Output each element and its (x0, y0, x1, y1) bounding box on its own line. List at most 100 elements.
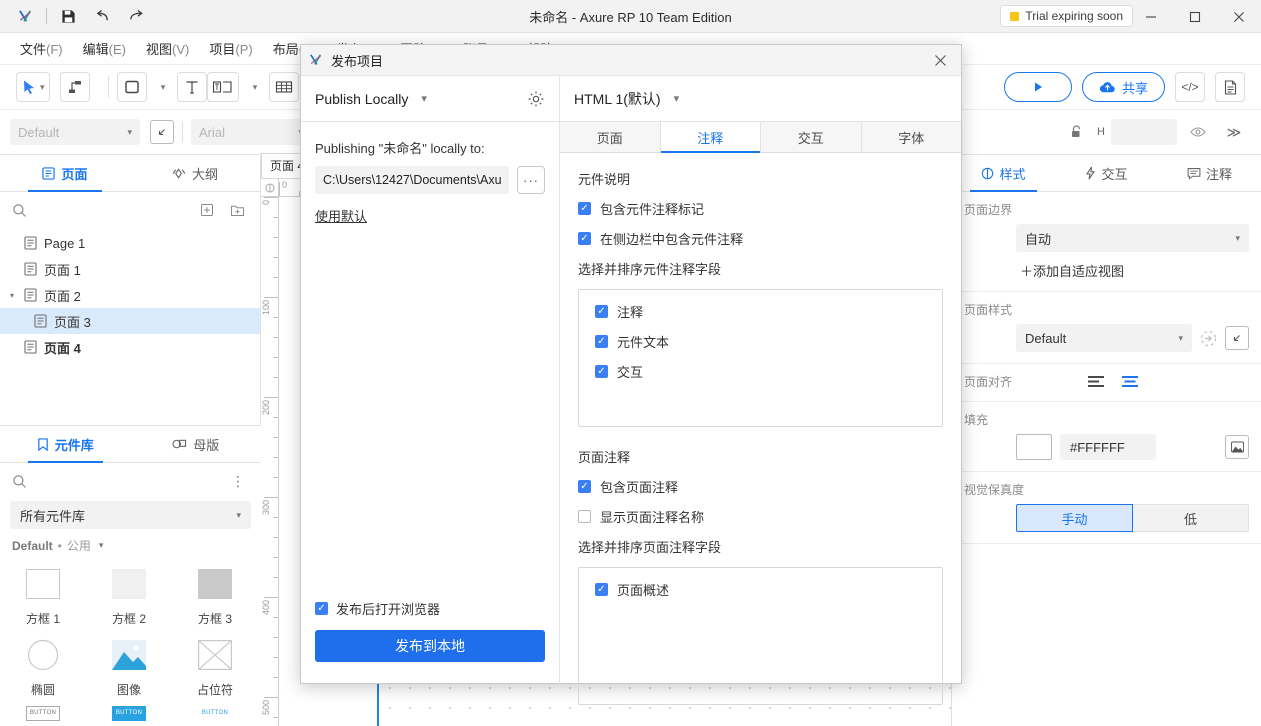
include-page-notes-row[interactable]: 包含页面注释 (578, 477, 943, 496)
widget-note-fields-list[interactable]: 注释 元件文本 交互 (578, 289, 943, 427)
dialog-close-button[interactable] (927, 47, 953, 73)
library-item-ellipse[interactable]: 椭圆 (0, 631, 86, 702)
tab-interaction[interactable]: 交互 (1055, 155, 1158, 191)
widget-style-select[interactable]: Default ▾ (10, 119, 140, 145)
tree-row[interactable]: Page 1 (0, 230, 260, 256)
tab-style[interactable]: 样式 (952, 155, 1055, 191)
settings-icon[interactable] (527, 90, 545, 108)
dialog-tab-interactions[interactable]: 交互 (761, 122, 862, 152)
list-item[interactable]: 页面概述 (589, 580, 932, 599)
height-input[interactable] (1111, 119, 1177, 145)
list-item[interactable]: 元件文本 (589, 332, 932, 351)
library-item-box3[interactable]: 方框 3 (172, 560, 258, 631)
menu-project[interactable]: 项目(P) (199, 35, 262, 62)
include-page-notes-checkbox[interactable] (578, 480, 591, 493)
tab-masters[interactable]: 母版 (131, 426, 262, 462)
apply-style-icon[interactable] (1200, 330, 1217, 347)
field-checkbox[interactable] (595, 335, 608, 348)
list-item[interactable]: 注释 (589, 302, 932, 321)
lock-aspect-icon[interactable] (1061, 117, 1091, 147)
minimize-button[interactable] (1129, 0, 1173, 33)
table-tool-button[interactable] (269, 72, 299, 102)
select-tool-caret[interactable]: ▾ (40, 82, 45, 93)
page-style-select[interactable]: Default ▾ (1016, 324, 1192, 352)
add-adaptive-view-link[interactable]: ＋添加自适应视图 (1020, 261, 1124, 280)
search-icon[interactable] (12, 474, 27, 489)
tree-row[interactable]: 页面 3 (0, 308, 260, 334)
align-center-icon[interactable] (1121, 375, 1139, 388)
code-view-button[interactable]: </> (1175, 72, 1205, 102)
shape-text-caret[interactable]: ▾ (239, 72, 269, 102)
library-item-button-outline[interactable]: BUTTON (0, 702, 86, 726)
page-boundary-select[interactable]: 自动 ▾ (1016, 224, 1249, 252)
search-icon[interactable] (12, 203, 27, 218)
publish-mode-select[interactable]: Publish Locally ▾ (315, 91, 427, 107)
widget-note-sidebar-checkbox[interactable] (578, 232, 591, 245)
dialog-tab-pages[interactable]: 页面 (560, 122, 661, 152)
html-config-select[interactable]: HTML 1(默认) ▾ (574, 89, 679, 109)
library-group-header[interactable]: Default • 公用 ▾ (0, 529, 261, 556)
library-selector[interactable]: 所有元件库 ▾ (10, 501, 251, 529)
menu-file[interactable]: 文件(F) (10, 35, 73, 62)
dialog-tab-fonts[interactable]: 字体 (862, 122, 962, 152)
fill-color-swatch[interactable] (1016, 434, 1052, 460)
field-checkbox[interactable] (595, 305, 608, 318)
open-browser-checkbox-row[interactable]: 发布后打开浏览器 (315, 599, 545, 618)
redo-icon[interactable] (119, 3, 153, 29)
tab-pages[interactable]: 页面 (0, 155, 130, 191)
ruler-origin-button[interactable] (261, 179, 279, 197)
fill-hex-input[interactable]: #FFFFFF (1060, 434, 1156, 460)
add-page-button[interactable] (196, 199, 218, 221)
library-item-box1[interactable]: 方框 1 (0, 560, 86, 631)
library-item-box2[interactable]: 方框 2 (86, 560, 172, 631)
tab-outline[interactable]: 大纲 (130, 155, 260, 191)
close-button[interactable] (1217, 0, 1261, 33)
library-item-button-solid[interactable]: BUTTON (86, 702, 172, 726)
widget-note-marker-checkbox[interactable] (578, 202, 591, 215)
tree-row[interactable]: 页面 1 (0, 256, 260, 282)
open-browser-checkbox[interactable] (315, 602, 328, 615)
document-button[interactable] (1215, 72, 1245, 102)
fidelity-option-manual[interactable]: 手动 (1016, 504, 1133, 532)
tree-row[interactable]: 页面 4 (0, 334, 260, 360)
text-tool-button[interactable] (177, 72, 207, 102)
menu-edit[interactable]: 编辑(E) (73, 35, 136, 62)
preview-button[interactable] (1004, 72, 1072, 102)
tab-notes[interactable]: 注释 (1158, 155, 1261, 191)
publish-local-button[interactable]: 发布到本地 (315, 630, 545, 662)
vertical-ruler[interactable]: 0 100 200 300 400 500 (261, 197, 279, 726)
library-item-button-text[interactable]: BUTTON (172, 702, 258, 726)
fidelity-option-low[interactable]: 低 (1133, 504, 1249, 532)
trial-badge[interactable]: Trial expiring soon (1000, 5, 1133, 27)
select-tool-button[interactable]: ▾ (16, 72, 50, 102)
add-folder-button[interactable] (226, 199, 248, 221)
field-checkbox[interactable] (595, 583, 608, 596)
tree-expander[interactable]: ▾ (10, 291, 24, 300)
widget-note-sidebar-row[interactable]: 在侧边栏中包含元件注释 (578, 229, 943, 248)
rectangle-tool-caret[interactable]: ▾ (147, 72, 177, 102)
align-left-icon[interactable] (1087, 375, 1105, 388)
style-manager-button[interactable] (150, 120, 174, 144)
share-button[interactable]: 共享 (1082, 72, 1165, 102)
library-more-button[interactable]: ⋮ (227, 470, 249, 492)
undo-icon[interactable] (85, 3, 119, 29)
show-page-note-names-checkbox[interactable] (578, 510, 591, 523)
visibility-eye-icon[interactable] (1183, 117, 1213, 147)
list-item[interactable]: 交互 (589, 362, 932, 381)
font-family-select[interactable]: Arial ▾ (191, 119, 311, 145)
save-icon[interactable] (51, 3, 85, 29)
library-item-placeholder[interactable]: 占位符 (172, 631, 258, 702)
library-item-image[interactable]: 图像 (86, 631, 172, 702)
tree-row[interactable]: ▾ 页面 2 (0, 282, 260, 308)
more-options-button[interactable]: ≫ (1219, 117, 1249, 147)
widget-note-marker-row[interactable]: 包含元件注释标记 (578, 199, 943, 218)
publish-path-input[interactable] (315, 166, 509, 194)
connector-tool-button[interactable] (60, 72, 90, 102)
rectangle-tool-button[interactable] (117, 72, 147, 102)
tab-library[interactable]: 元件库 (0, 426, 131, 462)
page-note-fields-list[interactable]: 页面概述 (578, 567, 943, 705)
shape-text-tool-button[interactable] (207, 72, 239, 102)
dialog-tab-notes[interactable]: 注释 (661, 122, 762, 152)
use-default-link[interactable]: 使用默认 (315, 206, 367, 225)
style-editor-button[interactable] (1225, 326, 1249, 350)
